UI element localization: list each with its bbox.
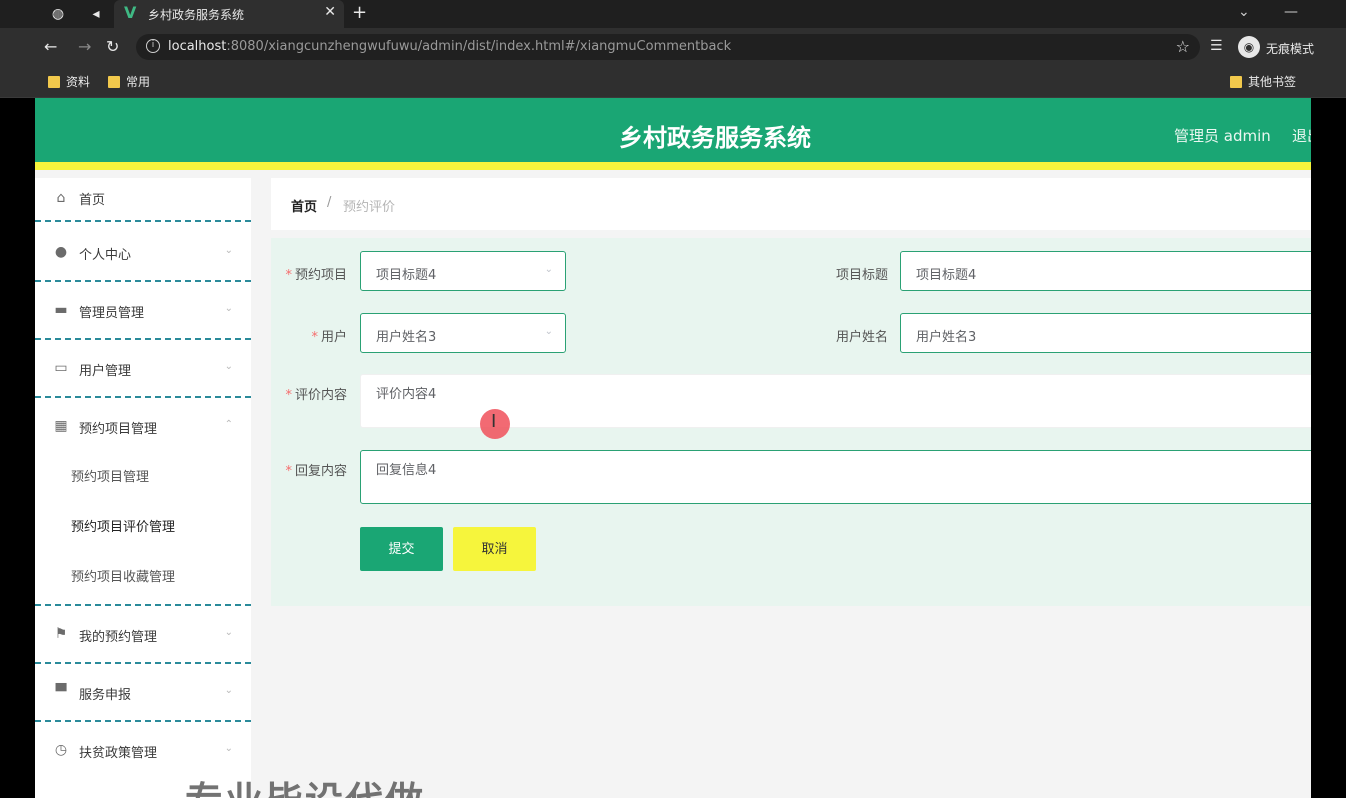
sidebar-subitem-comments[interactable]: 预约项目评价管理 [35,500,251,550]
project-select[interactable]: 项目标题4 ⌄ [360,251,566,291]
folder-icon [1230,75,1242,88]
chevron-down-icon: ⌄ [544,326,553,337]
chevron-down-icon: ⌄ [224,245,233,256]
chevron-down-icon: ⌄ [224,361,233,372]
address-bar[interactable]: i localhost:8080/xiangcunzhengwufuwu/adm… [136,34,1200,60]
chevron-down-icon: ⌄ [224,627,233,638]
sidebar-subitem-favorites[interactable]: 预约项目收藏管理 [35,550,251,600]
reply-textarea[interactable]: 回复信息4 [360,450,1311,504]
tab-search-icon[interactable]: ⌄ [1238,4,1250,20]
browser-tab[interactable]: V 乡村政务服务系统 ✕ [114,0,344,28]
breadcrumb: 首页 / 预约评价 [271,178,1311,230]
cancel-button[interactable]: 取消 [453,527,536,571]
message-icon: ▀ [55,684,67,700]
users-icon: ▭ [54,360,68,376]
browser-toolbar: ← → ↻ i localhost:8080/xiangcunzhengwufu… [0,28,1346,66]
sidebar-subitem-projects[interactable]: 预约项目管理 [35,450,251,500]
folder-icon [48,75,60,88]
comment-form: * 预约项目 项目标题4 ⌄ 项目标题 项目标题4 * 用户 用户姓名3 ⌄ 用户姓… [271,238,1311,606]
incognito-label: 无痕模式 [1266,42,1315,56]
new-tab-icon[interactable]: + [352,2,367,23]
project-label: * 预约项目 [285,268,347,283]
sidebar-item-profile[interactable]: ● 个人中心 ⌄ [35,224,251,282]
chevron-down-icon: ⌄ [544,264,553,275]
grid-icon: ▦ [54,418,68,434]
chevron-down-icon: ⌄ [224,743,233,754]
minimize-icon[interactable]: — [1284,4,1298,20]
user-select[interactable]: 用户姓名3 ⌄ [360,313,566,353]
current-user: 管理员 admin [1174,127,1271,145]
breadcrumb-home[interactable]: 首页 [291,196,317,215]
tab-title: 乡村政务服务系统 [148,8,245,22]
browser-tab-bar: ◍ ◂ V 乡村政务服务系统 ✕ + ⌄ — [0,0,1346,28]
site-title: 乡村政务服务系统 [619,124,811,152]
comment-label: * 评价内容 [285,388,347,403]
admin-icon: ▬ [54,302,68,318]
project-title-field[interactable]: 项目标题4 [900,251,1311,291]
watermark: 专业毕设代做 [185,770,425,798]
sidebar-item-service-report[interactable]: ▀ 服务申报 ⌄ [35,664,251,722]
clock-icon: ◷ [54,742,68,758]
chevron-up-icon: ⌃ [224,419,233,430]
mute-icon[interactable]: ◂ [86,4,106,24]
incognito-icon[interactable]: ◉ [1238,36,1260,58]
submit-button[interactable]: 提交 [360,527,443,571]
breadcrumb-separator: / [327,195,332,210]
back-icon[interactable]: ← [44,37,57,56]
username-field[interactable]: 用户姓名3 [900,313,1311,353]
flag-icon: ⚑ [54,626,68,642]
home-icon: ⌂ [56,190,66,206]
sidebar-item-projects[interactable]: ▦ 预约项目管理 ⌃ 预约项目管理 预约项目评价管理 预约项目收藏管理 [35,398,251,606]
globe-icon[interactable]: ◍ [48,4,68,24]
bookmarks-bar: 资料 常用 其他书签 [0,66,1346,98]
sidebar-item-my-bookings[interactable]: ⚑ 我的预约管理 ⌄ [35,606,251,664]
breadcrumb-current: 预约评价 [343,200,396,215]
reading-list-icon[interactable]: ☰ [1210,38,1223,54]
chevron-down-icon: ⌄ [224,303,233,314]
site-header: 乡村政务服务系统 管理员 admin 退出 [35,98,1311,170]
sidebar-item-admin[interactable]: ▬ 管理员管理 ⌄ [35,282,251,340]
chevron-down-icon: ⌄ [224,685,233,696]
other-bookmarks[interactable]: 其他书签 [1230,73,1296,90]
bookmark-folder-2[interactable]: 常用 [108,73,150,90]
reload-icon[interactable]: ↻ [106,37,119,56]
bookmark-folder-1[interactable]: 资料 [48,73,90,90]
sidebar-item-home[interactable]: ⌂ 首页 [35,178,251,222]
text-cursor-icon: I [491,411,497,432]
url-text: localhost:8080/xiangcunzhengwufuwu/admin… [168,39,732,54]
user-label: * 用户 [311,330,347,345]
page: 乡村政务服务系统 管理员 admin 退出 ⌂ 首页 ● 个人中心 ⌄ ▬ 管理… [35,98,1311,798]
reply-label: * 回复内容 [285,464,347,479]
tab-close-icon[interactable]: ✕ [324,4,336,20]
user-icon: ● [54,244,68,260]
folder-icon [108,75,120,88]
username-label: 用户姓名 [835,330,888,345]
project-title-label: 项目标题 [835,268,888,283]
bookmark-star-icon[interactable]: ☆ [1176,37,1190,56]
vue-logo-icon: V [124,3,137,22]
forward-icon[interactable]: → [78,37,91,56]
logout-link[interactable]: 退出 [1292,125,1311,146]
sidebar: ⌂ 首页 ● 个人中心 ⌄ ▬ 管理员管理 ⌄ ▭ 用户管理 ⌄ ▦ 预约项目管… [35,178,251,798]
site-info-icon[interactable]: i [146,39,160,53]
sidebar-item-users[interactable]: ▭ 用户管理 ⌄ [35,340,251,398]
